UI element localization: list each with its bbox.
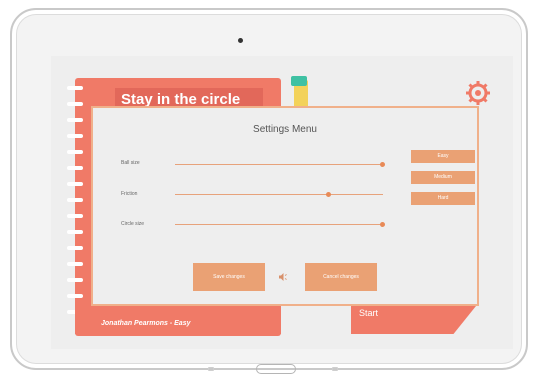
circle-size-label: Circle size	[121, 221, 145, 227]
difficulty-hard-button[interactable]: Hard	[411, 192, 475, 205]
ball-size-slider[interactable]	[175, 162, 385, 167]
ring	[67, 246, 83, 250]
speaker-icon[interactable]	[278, 272, 288, 282]
slider-knob[interactable]	[325, 192, 331, 197]
camera-icon	[238, 38, 243, 43]
ring	[67, 86, 83, 90]
ring	[67, 134, 83, 138]
menu-key-icon[interactable]	[332, 367, 338, 371]
ring	[67, 166, 83, 170]
cancel-changes-button[interactable]: Cancel changes	[305, 263, 377, 291]
player-label: Jonathan Pearmons - Easy	[101, 320, 191, 327]
ring	[67, 102, 83, 106]
difficulty-easy-button[interactable]: Easy	[411, 150, 475, 163]
friction-label: Friction	[121, 191, 138, 197]
ring	[67, 150, 83, 154]
circle-size-slider[interactable]	[175, 222, 385, 227]
bookmark-tab-teal	[291, 76, 307, 86]
app-screen: Stay in the circle Jonathan Pearmons - E…	[51, 56, 513, 349]
ring	[67, 278, 83, 282]
ring	[67, 230, 83, 234]
slider-knob[interactable]	[380, 162, 385, 167]
save-changes-button[interactable]: Save changes	[193, 263, 265, 291]
home-button[interactable]	[256, 364, 296, 374]
settings-title: Settings Menu	[253, 124, 317, 135]
ball-size-label: Ball size	[121, 160, 140, 166]
settings-dialog: Settings Menu Ball size Friction Circle …	[91, 106, 479, 306]
start-button-label[interactable]: Start	[359, 308, 378, 318]
ring	[67, 294, 83, 298]
difficulty-medium-button[interactable]: Medium	[411, 171, 475, 184]
friction-slider[interactable]	[175, 192, 383, 197]
ring	[67, 198, 83, 202]
back-key-icon[interactable]	[208, 367, 214, 371]
ring	[67, 118, 83, 122]
ring	[67, 262, 83, 266]
slider-knob[interactable]	[380, 222, 385, 227]
ring	[67, 182, 83, 186]
gear-icon[interactable]	[465, 80, 491, 106]
tablet-frame: Stay in the circle Jonathan Pearmons - E…	[10, 8, 528, 374]
ring	[67, 214, 83, 218]
